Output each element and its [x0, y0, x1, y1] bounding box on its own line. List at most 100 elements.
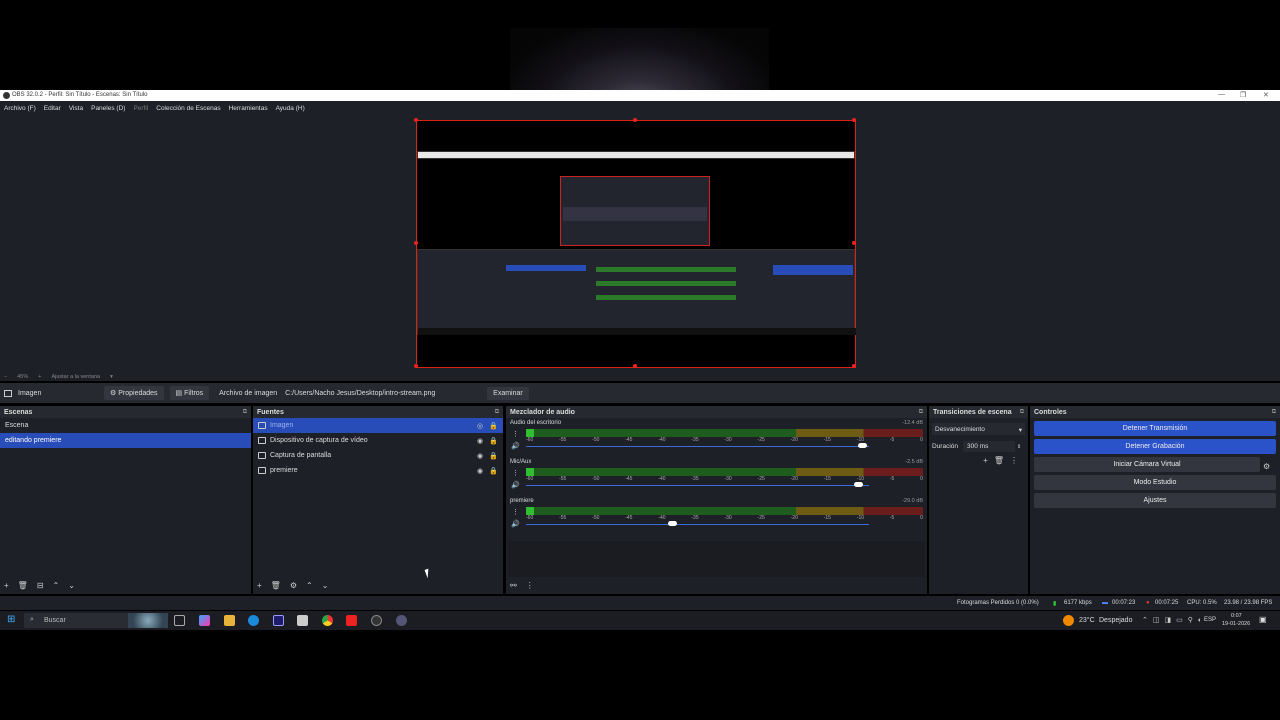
eye-hidden-icon[interactable]: ◎ — [477, 422, 483, 430]
speaker-icon[interactable]: 🔊 — [511, 520, 520, 528]
link-icon[interactable]: ⚯ — [510, 581, 517, 590]
source-item[interactable]: Dispositivo de captura de vídeo ◉ 🔒 — [253, 433, 503, 448]
maximize-button[interactable]: ❐ — [1240, 91, 1246, 99]
volume-slider[interactable] — [526, 485, 869, 486]
zoom-out-icon[interactable]: − — [4, 374, 7, 380]
zoom-in-icon[interactable]: + — [38, 374, 41, 380]
volume-knob[interactable] — [667, 521, 677, 526]
speaker-icon[interactable]: 🔊 — [511, 442, 520, 450]
menu-paneles[interactable]: Paneles (D) — [91, 105, 125, 112]
properties-button[interactable]: ⚙ Propiedades — [104, 386, 164, 400]
menu-ayuda[interactable]: Ayuda (H) — [276, 105, 305, 112]
menu-herramientas[interactable]: Herramientas — [229, 105, 268, 112]
menu-perfil[interactable]: Perfil — [133, 105, 148, 112]
volume-knob[interactable] — [854, 482, 864, 487]
transition-select[interactable]: Desvanecimiento ▾ — [932, 423, 1025, 435]
resize-handle[interactable] — [633, 364, 637, 368]
undock-icon[interactable]: ⧉ — [1272, 409, 1276, 416]
language-indicator[interactable]: ESP — [1204, 617, 1216, 623]
undock-icon[interactable]: ⧉ — [243, 409, 247, 416]
task-view-icon[interactable] — [174, 615, 185, 626]
trash-icon[interactable]: 🗑 — [18, 581, 28, 590]
chevron-up-icon[interactable]: ⌃ — [53, 581, 60, 590]
more-icon[interactable]: ⋮ — [512, 469, 519, 477]
resize-handle[interactable] — [633, 118, 637, 122]
menu-coleccion[interactable]: Colección de Escenas — [156, 105, 220, 112]
menu-archivo[interactable]: Archivo (F) — [4, 105, 36, 112]
menu-editar[interactable]: Editar — [44, 105, 61, 112]
chevron-up-icon[interactable]: ⌃ — [306, 581, 313, 590]
filter-icon[interactable]: ⊟ — [37, 581, 44, 590]
undock-icon[interactable]: ⧉ — [1020, 409, 1024, 416]
resize-handle[interactable] — [852, 364, 856, 368]
speaker-icon[interactable]: 🔊 — [511, 481, 520, 489]
store-icon[interactable] — [297, 615, 308, 626]
eye-icon[interactable]: ◉ — [477, 437, 483, 445]
zoom-fit-label[interactable]: Ajustar a la ventana — [51, 374, 100, 380]
chevron-down-icon[interactable]: ⌄ — [68, 581, 75, 590]
obs-icon[interactable] — [371, 615, 382, 626]
clock-time[interactable]: 0:07 — [1231, 613, 1242, 619]
volume-knob[interactable] — [857, 443, 867, 448]
more-icon[interactable]: ⋮ — [512, 508, 519, 516]
youtube-icon[interactable] — [346, 615, 357, 626]
edge-icon[interactable] — [248, 615, 259, 626]
filters-button[interactable]: ▤ Filtros — [169, 386, 210, 400]
browse-button[interactable]: Examinar — [487, 386, 529, 400]
undock-icon[interactable]: ⧉ — [495, 409, 499, 416]
chevron-down-icon[interactable]: ▾ — [110, 374, 113, 380]
scene-item[interactable]: editando premiere — [0, 433, 251, 448]
eye-icon[interactable]: ◉ — [477, 452, 483, 460]
stop-recording-button[interactable]: Detener Grabación — [1034, 439, 1276, 454]
menu-vista[interactable]: Vista — [69, 105, 83, 112]
notification-icon[interactable]: ▣ — [1259, 615, 1267, 624]
add-icon[interactable]: + — [4, 581, 9, 590]
windows-start-icon[interactable]: ⊞ — [7, 614, 18, 625]
stop-stream-button[interactable]: Detener Transmisión — [1034, 421, 1276, 436]
minimize-button[interactable]: — — [1218, 91, 1225, 98]
lock-icon[interactable]: 🔒 — [489, 452, 498, 460]
eye-icon[interactable]: ◉ — [477, 467, 483, 475]
premiere-icon[interactable] — [273, 615, 284, 626]
chevron-down-icon[interactable]: ⌄ — [322, 581, 329, 590]
virtual-camera-button[interactable]: Iniciar Cámara Virtual — [1034, 457, 1260, 472]
chrome-icon[interactable] — [322, 615, 333, 626]
resize-handle[interactable] — [852, 118, 856, 122]
gear-icon[interactable]: ⚙ — [1263, 462, 1270, 471]
lock-icon[interactable]: 🔒 — [489, 422, 498, 430]
undock-icon[interactable]: ⧉ — [919, 409, 923, 416]
clock-date[interactable]: 19-01-2026 — [1222, 621, 1250, 627]
duration-input[interactable]: 300 ms — [963, 441, 1016, 452]
scene-item[interactable]: Escena — [0, 418, 251, 433]
resize-handle[interactable] — [414, 241, 418, 245]
more-icon[interactable]: ⋮ — [512, 430, 519, 438]
tray-icons[interactable]: ⌃◫◨▭⚲◐ — [1142, 616, 1207, 624]
source-item[interactable]: Imagen ◎ 🔒 — [253, 418, 503, 433]
resize-handle[interactable] — [852, 241, 856, 245]
source-item[interactable]: Captura de pantalla ◉ 🔒 — [253, 448, 503, 463]
spinner-icon[interactable]: ⇕ — [1017, 444, 1021, 450]
app-icon[interactable] — [396, 615, 407, 626]
file-explorer-icon[interactable] — [224, 615, 235, 626]
add-icon[interactable]: + — [983, 456, 988, 465]
more-icon[interactable]: ⋮ — [526, 581, 534, 590]
volume-slider[interactable] — [526, 446, 869, 447]
gear-icon[interactable]: ⚙ — [290, 581, 297, 590]
volume-slider[interactable] — [526, 524, 869, 525]
studio-mode-button[interactable]: Modo Estudio — [1034, 475, 1276, 490]
preview-canvas[interactable] — [414, 118, 856, 368]
trash-icon[interactable]: 🗑 — [271, 581, 281, 590]
lock-icon[interactable]: 🔒 — [489, 437, 498, 445]
lock-icon[interactable]: 🔒 — [489, 467, 498, 475]
trash-icon[interactable]: 🗑 — [994, 456, 1004, 465]
file-path-field[interactable]: C:/Users/Nacho Jesus/Desktop/intro-strea… — [285, 390, 481, 397]
close-button[interactable]: ✕ — [1263, 91, 1269, 99]
taskbar-search[interactable]: ⌕ Buscar — [24, 613, 168, 628]
source-item[interactable]: premiere ◉ 🔒 — [253, 463, 503, 478]
copilot-icon[interactable] — [199, 615, 210, 626]
resize-handle[interactable] — [414, 364, 418, 368]
settings-button[interactable]: Ajustes — [1034, 493, 1276, 508]
more-icon[interactable]: ⋮ — [1010, 456, 1018, 465]
resize-handle[interactable] — [414, 118, 418, 122]
add-icon[interactable]: + — [257, 581, 262, 590]
